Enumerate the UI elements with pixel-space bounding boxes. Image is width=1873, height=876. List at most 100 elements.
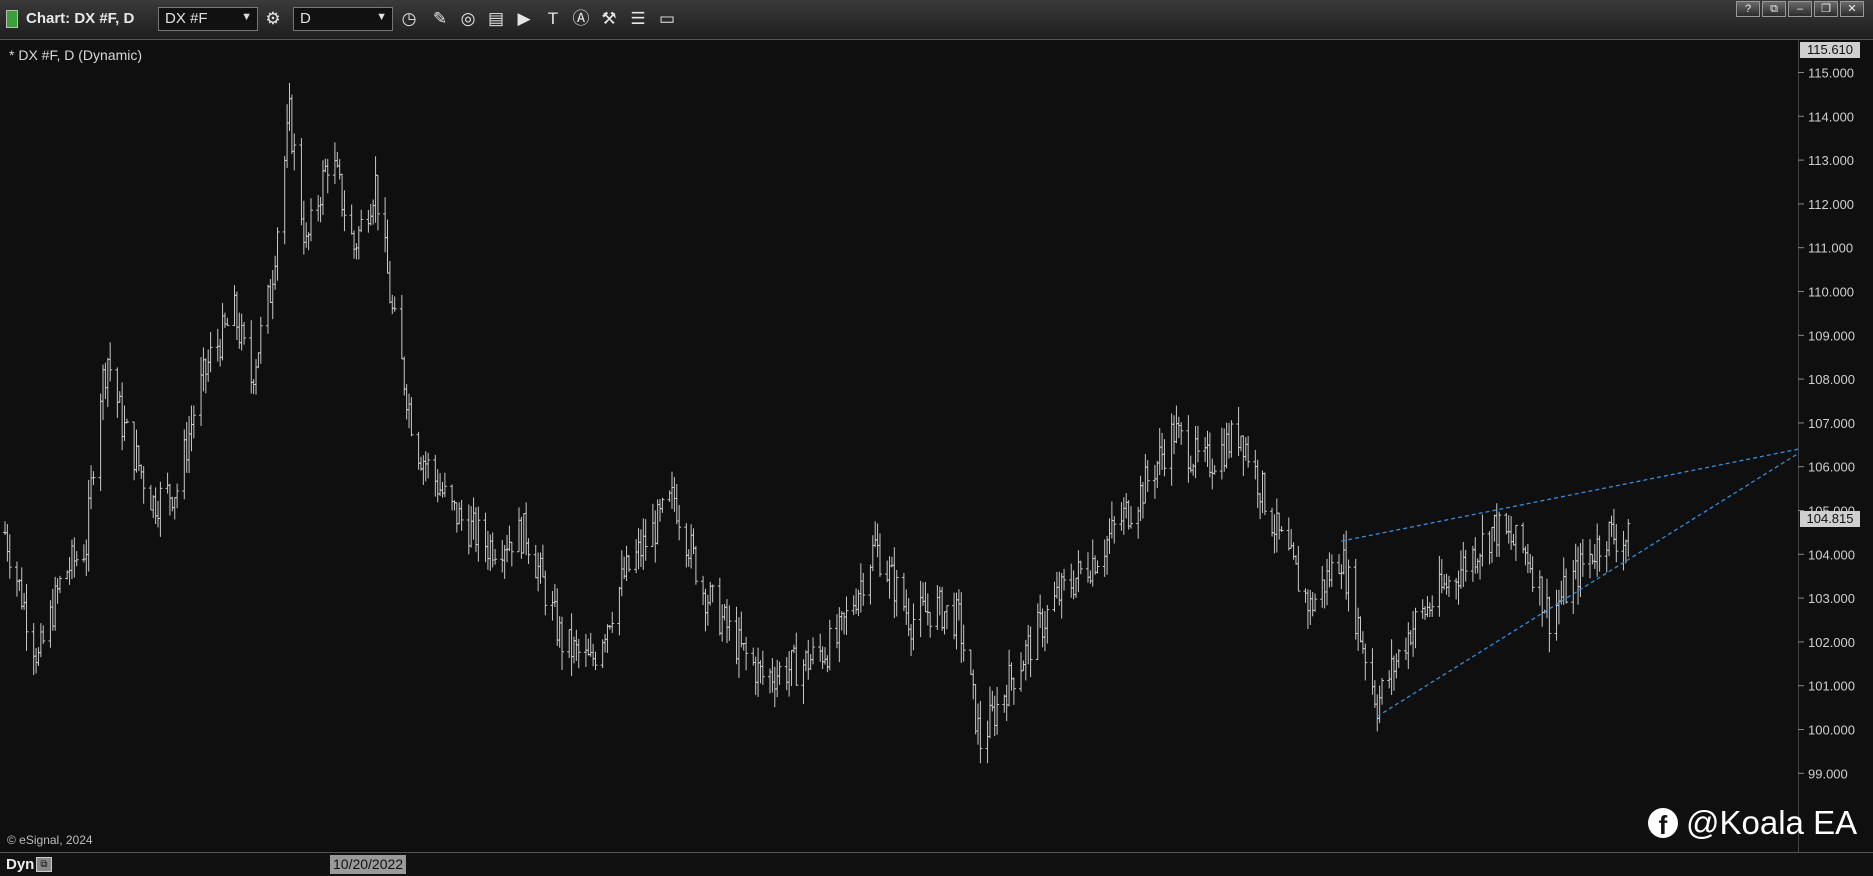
ohlc-bar xyxy=(801,659,806,704)
ohlc-bar xyxy=(390,294,395,315)
ohlc-bar xyxy=(1406,622,1411,669)
maximize-button[interactable]: ❐ xyxy=(1814,1,1838,17)
ohlc-bar xyxy=(1353,558,1358,640)
comment-icon[interactable]: ▭ xyxy=(656,8,678,30)
ohlc-bar xyxy=(187,416,192,474)
ohlc-bar xyxy=(952,592,957,640)
time-axis[interactable]: Dyn ⧉ 10/20/2022 xyxy=(0,852,1873,876)
ohlc-bar xyxy=(493,548,498,565)
ohlc-bar xyxy=(1272,514,1277,554)
pencil-draw-icon[interactable]: ✎ xyxy=(429,8,451,30)
ohlc-bar xyxy=(990,690,995,712)
ohlc-bar xyxy=(837,607,842,663)
link-button[interactable]: ⧉ xyxy=(1762,1,1786,17)
ohlc-bar xyxy=(256,352,261,369)
ohlc-bar xyxy=(1035,603,1040,661)
ohlc-bar xyxy=(1580,539,1585,577)
clock-icon[interactable]: ◷ xyxy=(398,8,420,30)
ohlc-bar xyxy=(973,684,978,735)
ohlc-bar xyxy=(151,495,156,518)
interval-combo[interactable]: D ▼ xyxy=(293,7,393,31)
ohlc-bar xyxy=(325,158,330,194)
y-tick-label: 114.000 xyxy=(1808,109,1854,124)
y-tick-label: 108.000 xyxy=(1808,372,1855,387)
play-icon[interactable]: ▶ xyxy=(513,8,535,30)
ohlc-bar xyxy=(1305,589,1310,630)
symbol-settings-icon[interactable]: ⚙ xyxy=(262,8,284,30)
ohlc-bar xyxy=(992,695,997,737)
help-button[interactable]: ? xyxy=(1736,1,1760,17)
lock-icon[interactable]: ⧉ xyxy=(36,857,52,872)
ohlc-bar xyxy=(1260,470,1265,514)
ohlc-bar xyxy=(416,431,421,470)
ohlc-bar xyxy=(24,584,29,651)
ohlc-bar xyxy=(1511,533,1516,546)
ohlc-bar xyxy=(1430,595,1435,617)
ohlc-bar xyxy=(86,479,91,572)
symbol-value: DX #F xyxy=(165,10,208,27)
ohlc-bar xyxy=(844,596,849,636)
text-tool-icon[interactable]: T xyxy=(542,8,564,30)
ohlc-bar xyxy=(1370,648,1375,695)
ohlc-bar xyxy=(552,583,557,608)
ohlc-bar xyxy=(218,338,223,367)
ohlc-bar xyxy=(220,302,225,361)
ohlc-bar xyxy=(1446,575,1451,597)
ohlc-bar xyxy=(734,606,739,665)
ohlc-bar xyxy=(485,530,490,570)
ohlc-bar xyxy=(366,209,371,233)
ohlc-bar xyxy=(167,483,172,516)
close-button[interactable]: ✕ xyxy=(1840,1,1864,17)
ohlc-bar xyxy=(521,513,526,554)
ohlc-bar xyxy=(1296,545,1301,592)
ohlc-bar xyxy=(450,484,455,511)
ohlc-bar xyxy=(995,686,1000,735)
ohlc-bar xyxy=(1152,464,1157,499)
ohlc-bar xyxy=(1626,519,1631,557)
ohlc-bar xyxy=(120,382,125,451)
study-icon[interactable]: ◎ xyxy=(457,8,479,30)
minimize-button[interactable]: – xyxy=(1788,1,1812,17)
ohlc-bar xyxy=(105,357,110,408)
ohlc-bar xyxy=(505,534,510,563)
ohlc-bar xyxy=(1590,553,1595,565)
ohlc-bar xyxy=(1095,560,1100,574)
ohlc-bar xyxy=(708,581,713,606)
ohlc-bar xyxy=(959,592,964,663)
chevron-down-icon[interactable]: ▼ xyxy=(376,11,387,23)
dynamic-mode-label[interactable]: Dyn xyxy=(6,856,34,873)
ohlc-bar xyxy=(124,418,129,424)
ohlc-bar xyxy=(385,219,390,274)
ohlc-bar xyxy=(1085,552,1090,583)
ohlc-bar xyxy=(258,316,263,364)
ohlc-bar xyxy=(1423,606,1428,620)
top-price-tag: 115.610 xyxy=(1800,42,1860,58)
ohlc-bar xyxy=(593,651,598,671)
y-tick-label: 112.000 xyxy=(1808,197,1854,212)
ohlc-bar xyxy=(1497,511,1502,557)
quote-icon[interactable]: ▤ xyxy=(485,8,507,30)
ohlc-bar xyxy=(868,564,873,605)
ohlc-bar xyxy=(727,605,732,641)
ohlc-bar xyxy=(961,624,966,662)
alert-icon[interactable]: Ⓐ xyxy=(570,8,592,30)
ohlc-bar xyxy=(72,537,77,578)
chart-app-icon xyxy=(6,10,18,28)
ohlc-bar xyxy=(1262,472,1267,516)
ohlc-bar xyxy=(1160,432,1165,470)
bars-toggle-icon[interactable]: ☰ xyxy=(627,8,649,30)
chart-plot[interactable]: 99.000 100.000 101.000 102.000 103.000 104.00… xyxy=(0,40,1873,852)
symbol-combo[interactable]: DX #F ▼ xyxy=(158,7,258,31)
ohlc-bar xyxy=(567,629,572,658)
ohlc-bar xyxy=(1358,616,1363,643)
chevron-down-icon[interactable]: ▼ xyxy=(241,11,252,23)
ohlc-bar xyxy=(407,393,412,429)
ohlc-bar xyxy=(1062,568,1067,591)
last-price-tag: 104.815 xyxy=(1800,511,1860,527)
ohlc-bar xyxy=(650,503,655,547)
tools-icon[interactable]: ⚒ xyxy=(598,8,620,30)
ohlc-bar xyxy=(442,472,447,498)
ohlc-bar xyxy=(91,471,96,486)
ohlc-bar xyxy=(292,133,297,171)
ohlc-bar xyxy=(691,528,696,555)
